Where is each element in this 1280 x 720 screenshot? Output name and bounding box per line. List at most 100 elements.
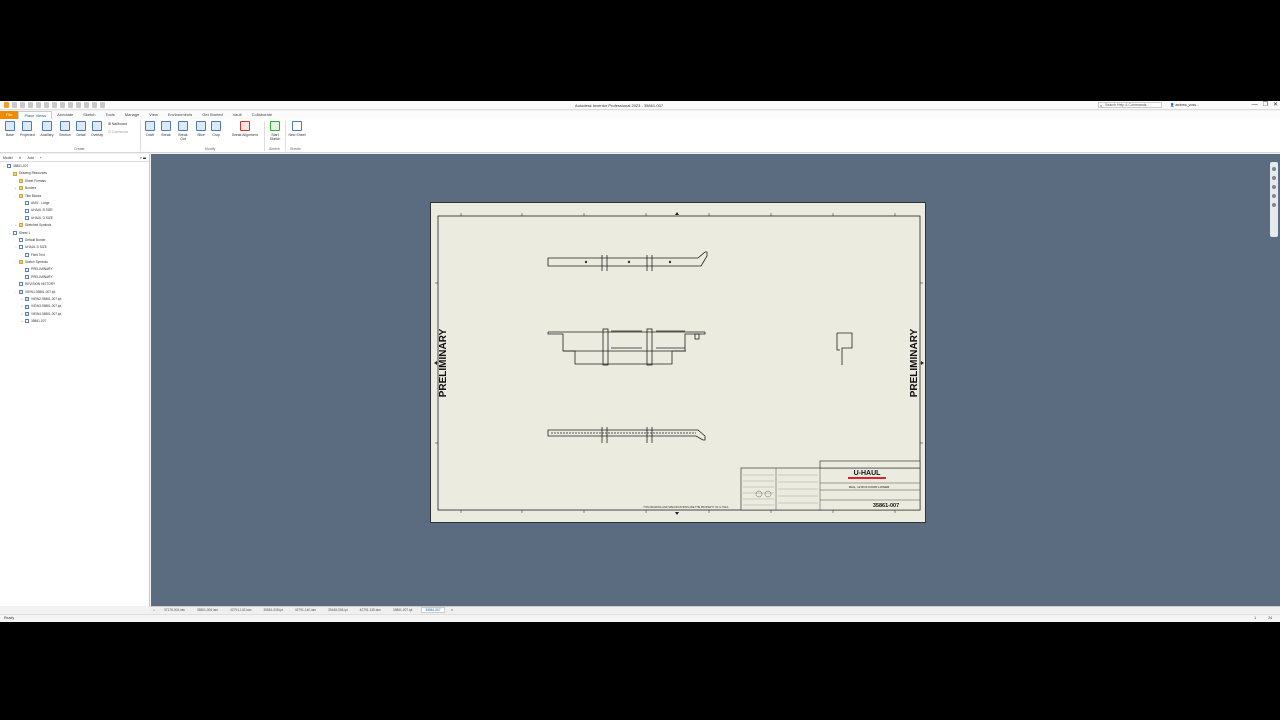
tree-node[interactable]: − Drawing Resources	[0, 170, 149, 177]
tab-file[interactable]: File	[0, 111, 19, 119]
break-alignment-button[interactable]: Break Alignment	[230, 121, 260, 137]
auxiliary-view-icon	[42, 121, 52, 131]
help-search-input[interactable]: ⌕ Search Help & Commands...	[1098, 102, 1162, 108]
tree-node[interactable]: − Title Blocks	[0, 193, 149, 200]
print-icon[interactable]	[60, 102, 65, 108]
tab-view[interactable]: View	[144, 111, 163, 119]
graphics-canvas[interactable]: PRELIMINARY PRELIMINARY U-HAUL RAIL, 12 …	[151, 154, 1280, 606]
tab-place-views[interactable]: Place Views	[18, 111, 53, 119]
doc-tab-active[interactable]: 35861-007	[421, 607, 445, 613]
measure-icon[interactable]	[76, 102, 81, 108]
open-icon[interactable]	[20, 102, 25, 108]
minimize-button[interactable]: —	[1252, 101, 1258, 109]
draft-button[interactable]: Draft	[143, 121, 157, 137]
doc-tab[interactable]: 35861-007.ipt	[390, 608, 416, 612]
tab-vault[interactable]: Vault	[228, 111, 247, 119]
tab-get-started[interactable]: Get Started	[197, 111, 227, 119]
select-icon[interactable]	[68, 102, 73, 108]
browser-tab-add[interactable]: Add	[27, 156, 33, 160]
break-out-label: Break Out	[178, 133, 188, 141]
sheet-icon	[19, 282, 23, 287]
material-icon[interactable]	[92, 102, 97, 108]
doc-tab[interactable]: 42791-135.iam	[357, 608, 384, 612]
maximize-button[interactable]: ❐	[1263, 101, 1268, 109]
tree-node[interactable]: UHAUL D SIZE	[0, 215, 149, 222]
tab-tools[interactable]: Tools	[100, 111, 119, 119]
tree-node[interactable]: − VIEW1:35861-007.ipt	[0, 289, 149, 296]
tree-node[interactable]: PRELIMINARY	[0, 274, 149, 281]
tree-node[interactable]: + Borders	[0, 185, 149, 192]
tree-node[interactable]: Sheet Formats	[0, 178, 149, 185]
sheet-icon	[13, 230, 17, 235]
front-view	[547, 328, 706, 366]
tab-manage[interactable]: Manage	[120, 111, 144, 119]
add-tab-icon[interactable]: +	[40, 156, 42, 160]
tree-node[interactable]: PRELIMINARY	[0, 266, 149, 273]
tree-node[interactable]: + VIEW3:35861-007.ipt	[0, 303, 149, 310]
doc-tab[interactable]: 35861-006.iam	[194, 608, 221, 612]
sheet-icon	[25, 201, 29, 206]
auxiliary-view-button[interactable]: Auxiliary	[40, 121, 54, 137]
tab-collaborate[interactable]: Collaborate	[247, 111, 277, 119]
section-view-button[interactable]: Section	[58, 121, 72, 137]
tree-node[interactable]: +35861-007	[0, 318, 149, 325]
overlay-view-button[interactable]: Overlay	[90, 121, 104, 137]
tree-node[interactable]: + VIEW2:35861-007.ipt	[0, 296, 149, 303]
crop-button[interactable]: Crop	[209, 121, 223, 137]
start-sketch-button[interactable]: Start Sketch	[267, 121, 283, 141]
tree-node-label: 35861-007	[31, 319, 47, 324]
tree-node[interactable]: −35861-007	[0, 163, 149, 170]
look-at-icon[interactable]	[1272, 203, 1276, 207]
doc-tab[interactable]: 42791-142.iam	[227, 608, 254, 612]
search-icon[interactable]: ⌕ ☰	[140, 155, 146, 160]
pan-icon[interactable]	[1272, 176, 1276, 180]
tree-node[interactable]: + VIEW4:35861-007.ipt	[0, 311, 149, 318]
tree-node[interactable]: − UHAUL D SIZE	[0, 244, 149, 251]
redo-icon[interactable]	[44, 102, 49, 108]
nailboard-button[interactable]: ⊞ Nailboard	[108, 122, 127, 126]
home-icon[interactable]: ⌂	[153, 608, 155, 612]
tree-node[interactable]: UHAUL B SIZE	[0, 207, 149, 214]
doc-tab[interactable]: 42791-140.iam	[292, 608, 319, 612]
drawing-sheet[interactable]: PRELIMINARY PRELIMINARY U-HAUL RAIL, 12 …	[430, 202, 926, 523]
close-icon[interactable]: ✕	[451, 608, 454, 612]
tree-node-label: Default Border	[25, 237, 46, 242]
connector-button[interactable]: ⊡ Connector	[108, 130, 128, 134]
new-icon[interactable]	[12, 102, 17, 108]
break-out-button[interactable]: Break Out	[176, 121, 190, 141]
tree-node[interactable]: REVISION HISTORY	[0, 281, 149, 288]
steering-wheel-icon[interactable]	[1272, 167, 1276, 171]
preliminary-watermark-left: PRELIMINARY	[438, 328, 449, 397]
tree-node[interactable]: − Sketch Symbols	[0, 259, 149, 266]
tab-environments[interactable]: Environments	[163, 111, 197, 119]
close-icon[interactable]: ✕	[19, 156, 22, 160]
user-account[interactable]: 👤 andrew_voss...	[1170, 103, 1199, 107]
doc-tab[interactable]: 35448-006.ipt	[325, 608, 351, 612]
home-icon[interactable]	[52, 102, 57, 108]
tree-node[interactable]: + Sketched Symbols	[0, 222, 149, 229]
save-icon[interactable]	[28, 102, 33, 108]
tab-sketch[interactable]: Sketch	[78, 111, 100, 119]
detail-view-label: Detail	[76, 133, 86, 137]
close-button[interactable]: ✕	[1273, 101, 1278, 109]
slice-button[interactable]: Slice	[194, 121, 208, 137]
new-sheet-button[interactable]: New Sheet	[288, 121, 306, 137]
tree-node[interactable]: Field Text	[0, 252, 149, 259]
tab-annotate[interactable]: Annotate	[52, 111, 78, 119]
projected-view-button[interactable]: Projected	[20, 121, 35, 137]
doc-tab[interactable]: 35861-008.ipt	[260, 608, 286, 612]
update-icon[interactable]	[84, 102, 89, 108]
tree-node[interactable]: Default Border	[0, 237, 149, 244]
doc-tab[interactable]: 37178-003.idw	[161, 608, 188, 612]
orbit-icon[interactable]	[1272, 194, 1276, 198]
base-view-button[interactable]: Base	[3, 121, 17, 137]
undo-icon[interactable]	[36, 102, 41, 108]
browser-tab-model[interactable]: Model	[3, 156, 13, 160]
tree-node[interactable]: − Sheet:1	[0, 230, 149, 237]
appearance-icon[interactable]	[100, 102, 105, 108]
break-button[interactable]: Break	[159, 121, 173, 137]
detail-view-button[interactable]: Detail	[74, 121, 88, 137]
app-menu-icon[interactable]	[4, 102, 9, 108]
zoom-icon[interactable]	[1272, 185, 1276, 189]
tree-node[interactable]: ANSI - Large	[0, 200, 149, 207]
